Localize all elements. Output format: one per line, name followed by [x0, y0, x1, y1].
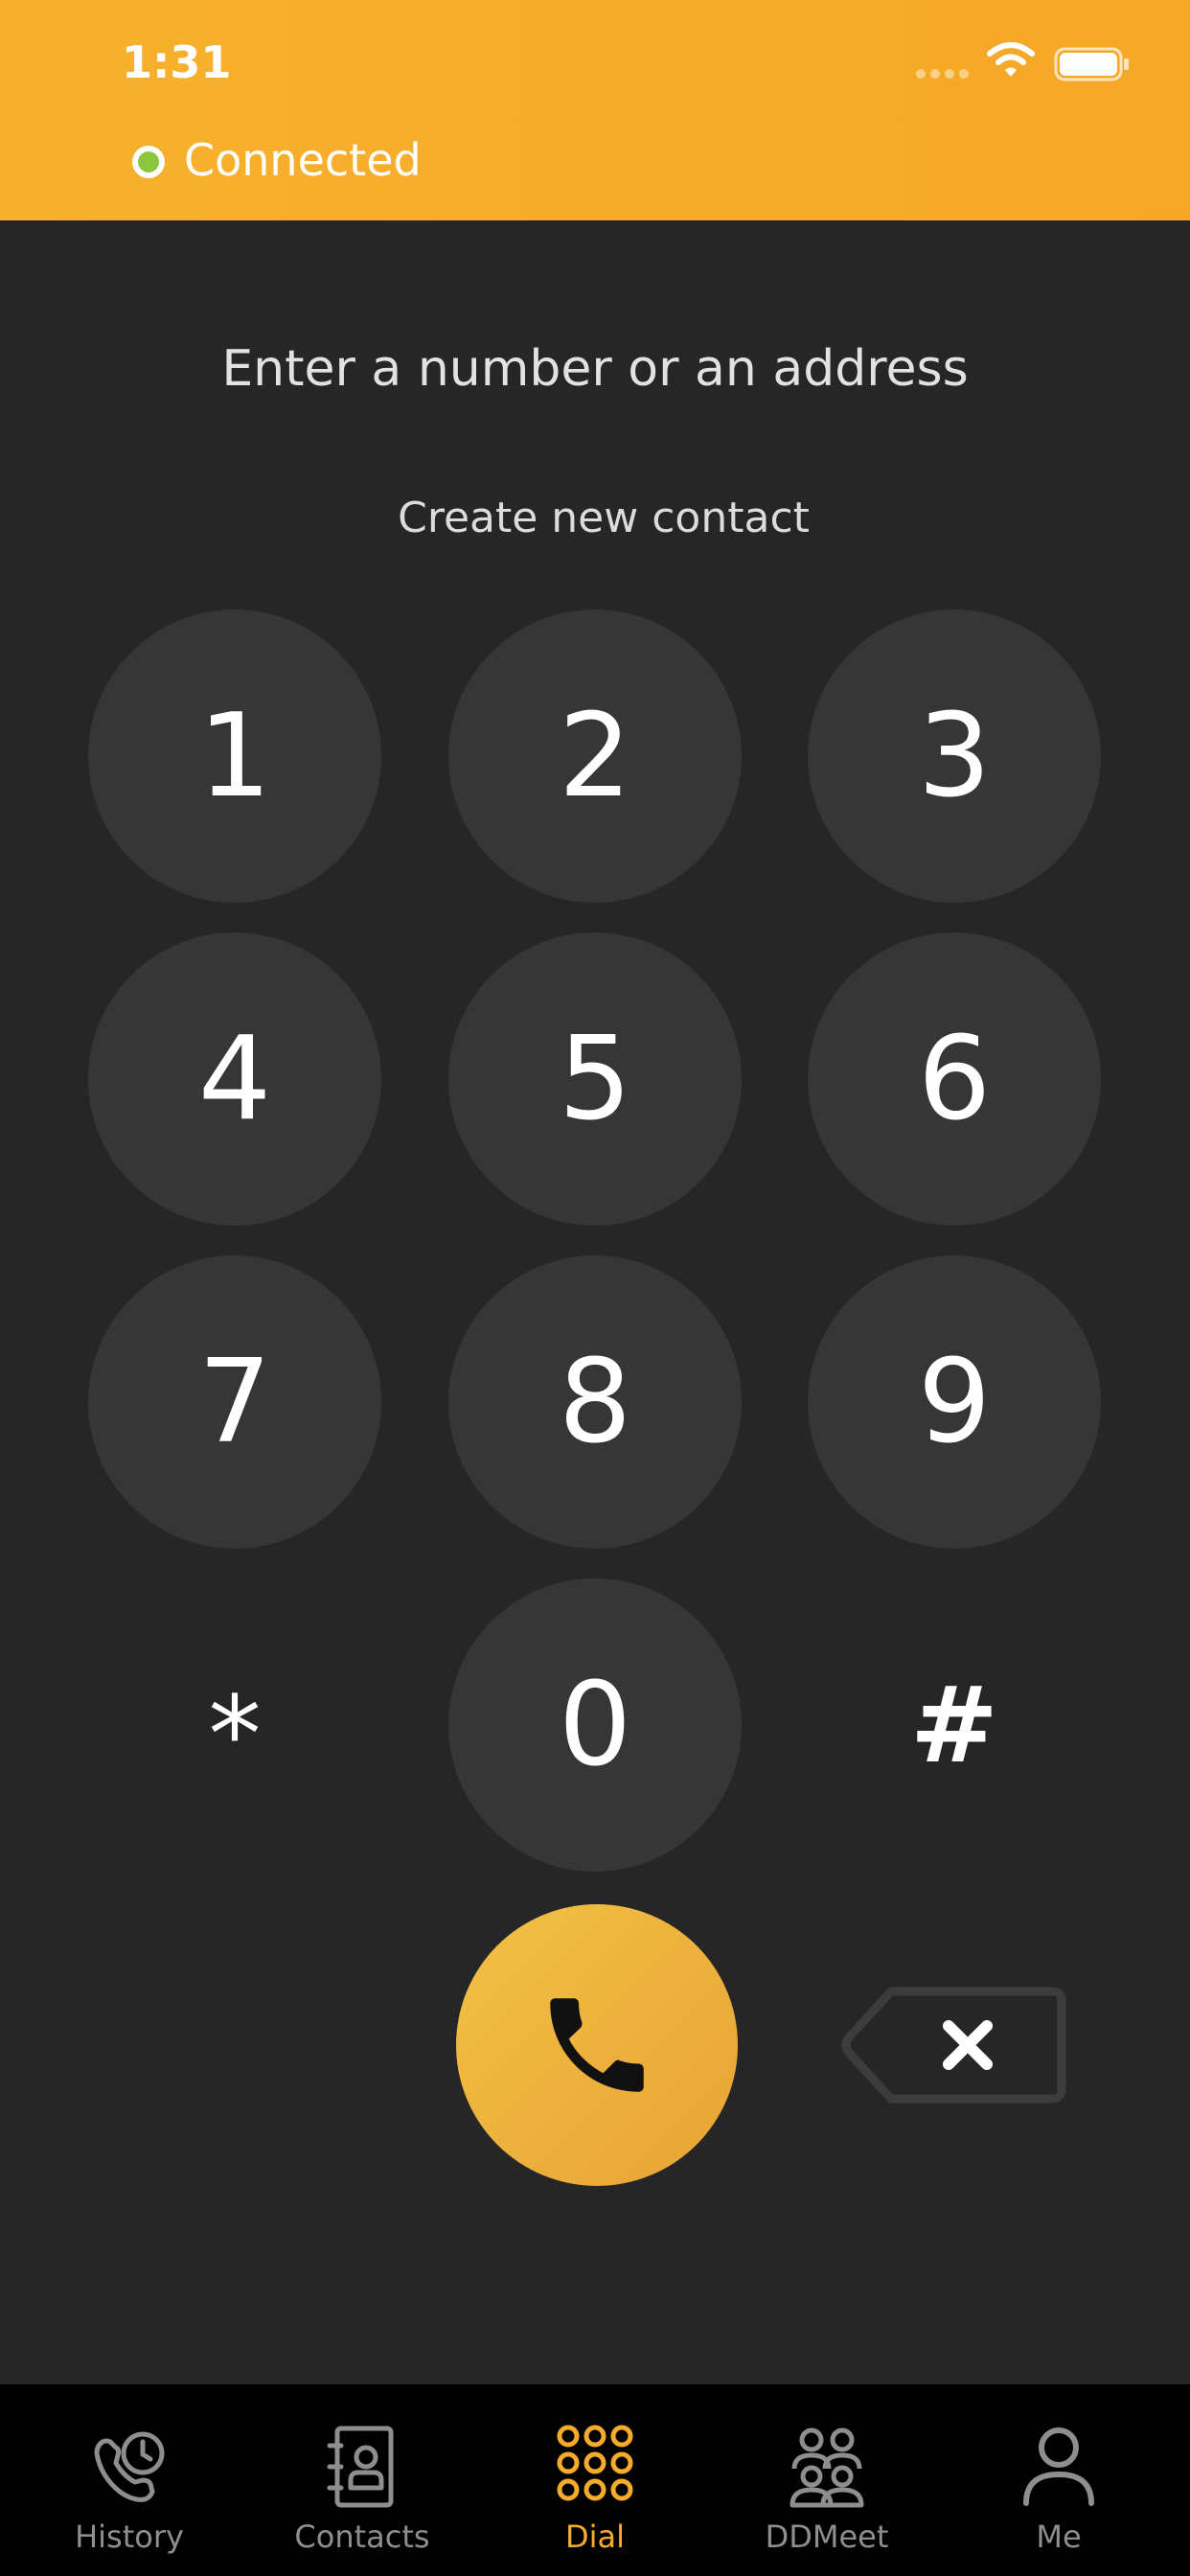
cellular-signal-icon [916, 69, 969, 79]
tab-history[interactable]: History [34, 2384, 225, 2576]
tab-label: History [75, 2518, 184, 2555]
wifi-icon [987, 42, 1035, 77]
address-book-icon [327, 2426, 394, 2508]
tab-dial[interactable]: Dial [499, 2384, 691, 2576]
dialer-screen: 1:31 Connected Create new contact 1 2 3 … [0, 0, 1190, 2576]
connection-status-indicator [132, 146, 165, 178]
key-star[interactable]: * [88, 1578, 381, 1872]
phone-icon [550, 1998, 644, 2092]
tab-label: Contacts [294, 2518, 430, 2555]
key-0[interactable]: 0 [448, 1578, 742, 1872]
key-5[interactable]: 5 [448, 932, 742, 1226]
call-button[interactable] [456, 1904, 738, 2186]
tab-label: Me [1036, 2518, 1082, 2555]
person-icon [1023, 2427, 1094, 2506]
key-hash[interactable]: # [808, 1578, 1101, 1872]
create-contact-link[interactable]: Create new contact [0, 494, 1190, 542]
tab-me[interactable]: Me [963, 2384, 1155, 2576]
tab-bar: History Contacts Dial DDMeet Me [0, 2384, 1190, 2576]
key-8[interactable]: 8 [448, 1255, 742, 1549]
key-7[interactable]: 7 [88, 1255, 381, 1549]
connection-status-text: Connected [184, 134, 422, 186]
tab-label: Dial [564, 2518, 626, 2555]
key-2[interactable]: 2 [448, 610, 742, 903]
tab-contacts[interactable]: Contacts [266, 2384, 458, 2576]
number-input[interactable] [0, 335, 1190, 402]
battery-icon [1054, 47, 1129, 81]
key-4[interactable]: 4 [88, 932, 381, 1226]
tab-ddmeet[interactable]: DDMeet [731, 2384, 923, 2576]
dialpad-icon [557, 2425, 633, 2501]
tab-label: DDMeet [765, 2518, 889, 2555]
backspace-icon[interactable] [841, 1986, 1067, 2104]
status-time: 1:31 [122, 36, 232, 88]
key-3[interactable]: 3 [808, 610, 1101, 903]
key-6[interactable]: 6 [808, 932, 1101, 1226]
phone-clock-icon [94, 2431, 165, 2502]
key-9[interactable]: 9 [808, 1255, 1101, 1549]
header: 1:31 Connected [0, 0, 1190, 220]
key-1[interactable]: 1 [88, 610, 381, 903]
group-icon [790, 2427, 864, 2508]
